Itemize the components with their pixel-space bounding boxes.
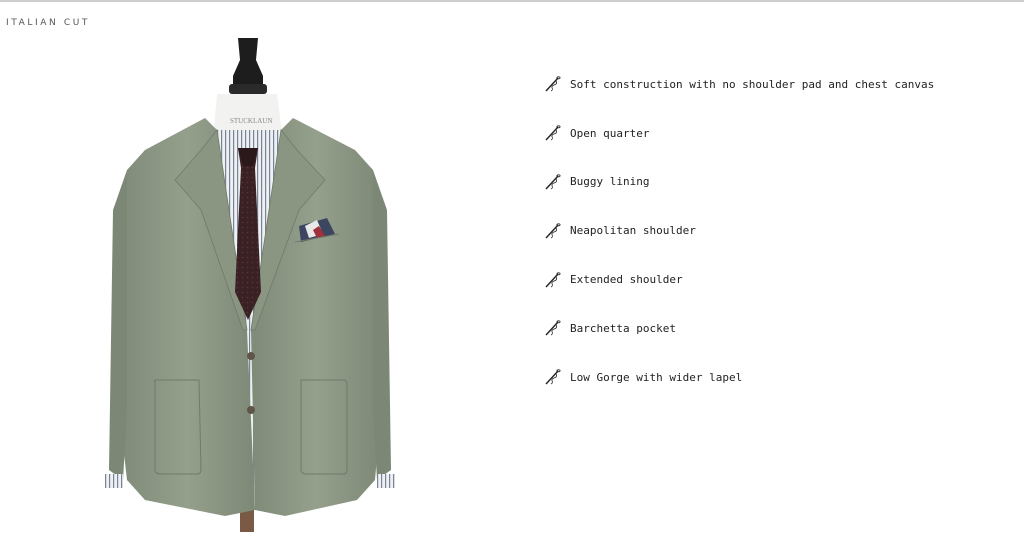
needle-thread-icon	[545, 76, 561, 92]
feature-item: Neapolitan shoulder	[543, 206, 934, 255]
feature-item: Barchetta pocket	[543, 304, 934, 353]
needle-thread-icon	[545, 320, 561, 336]
feature-label: Barchetta pocket	[570, 321, 676, 335]
feature-item: Low Gorge with wider lapel	[543, 353, 934, 402]
feature-item: Soft construction with no shoulder pad a…	[543, 60, 934, 109]
needle-thread-icon	[545, 174, 561, 190]
feature-item: Extended shoulder	[543, 255, 934, 304]
feature-list: Soft construction with no shoulder pad a…	[543, 60, 934, 402]
needle-thread-icon	[545, 125, 561, 141]
feature-label: Low Gorge with wider lapel	[570, 370, 743, 384]
feature-label: Open quarter	[570, 126, 650, 140]
section-title: ITALIAN CUT	[6, 18, 90, 28]
feature-label: Buggy lining	[570, 175, 650, 189]
feature-label: Soft construction with no shoulder pad a…	[570, 77, 935, 91]
needle-thread-icon	[545, 369, 561, 385]
feature-item: Buggy lining	[543, 158, 934, 207]
jacket-mannequin-image: STUCKLAUN	[105, 38, 395, 532]
needle-thread-icon	[545, 223, 561, 239]
needle-thread-icon	[545, 271, 561, 288]
top-divider	[0, 0, 1024, 2]
feature-item: Open quarter	[543, 109, 934, 158]
feature-label: Neapolitan shoulder	[570, 224, 696, 238]
collar-tag-text: STUCKLAUN	[230, 117, 272, 125]
feature-label: Extended shoulder	[570, 273, 683, 287]
